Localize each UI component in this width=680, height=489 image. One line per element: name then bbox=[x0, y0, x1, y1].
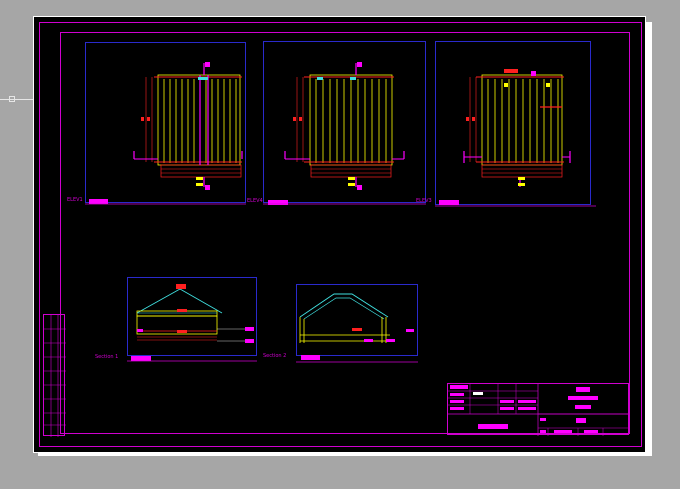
elevation-1-drawing bbox=[133, 62, 243, 190]
drawing-sheet[interactable]: ELEV1 ELEV4 ELEV3 Section 1 Section 2 bbox=[33, 16, 646, 453]
elevation-4-drawing bbox=[284, 62, 405, 190]
cursor-pickbox bbox=[9, 96, 15, 102]
section-1-drawing bbox=[136, 284, 254, 343]
section-2-drawing bbox=[299, 293, 414, 343]
elevation-3-drawing bbox=[463, 69, 571, 187]
title-block bbox=[447, 383, 630, 436]
title-block-grid bbox=[448, 384, 630, 436]
